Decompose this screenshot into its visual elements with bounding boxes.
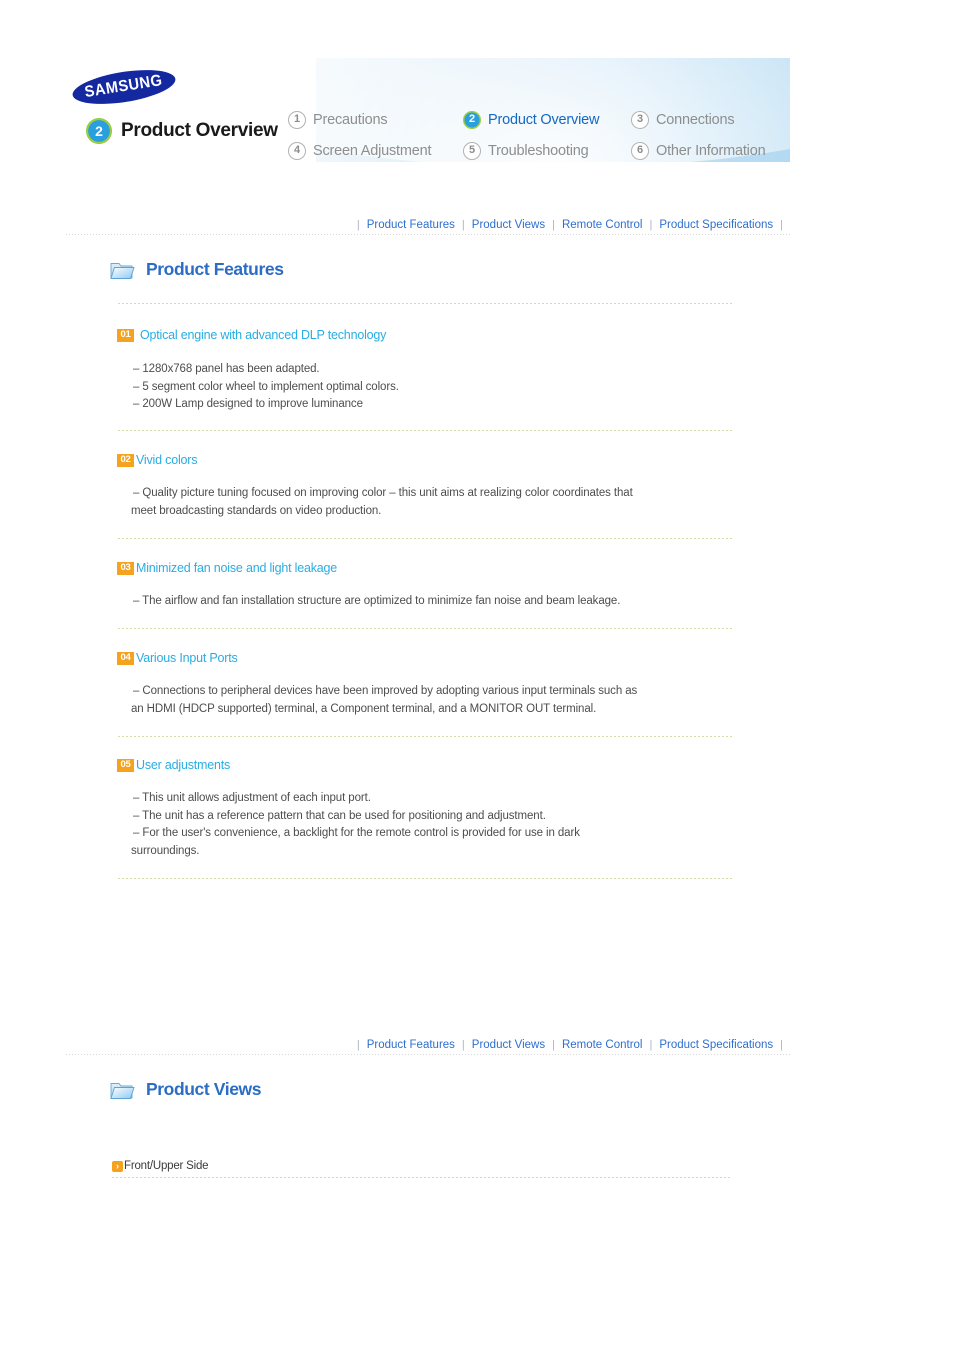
feature-line: meet broadcasting standards on video pro… xyxy=(131,504,382,517)
nav-number-icon: 4 xyxy=(288,141,306,160)
page-title: Product Overview xyxy=(121,120,278,141)
feature-line: – The unit has a reference pattern that … xyxy=(133,809,546,822)
feature-line: – Quality picture tuning focused on impr… xyxy=(133,487,633,499)
subsection-divider xyxy=(112,1177,732,1178)
nav-item-label: Screen Adjustment xyxy=(313,142,432,159)
nav-item-label: Troubleshooting xyxy=(488,142,589,159)
subnav-separator: | xyxy=(356,1039,360,1051)
subnav-link-product-features[interactable]: Product Features xyxy=(367,219,455,231)
subnav-link-product-features[interactable]: Product Features xyxy=(367,1039,455,1051)
header-banner: SAMSUNG 2 Product Overview 1 Precautions… xyxy=(66,58,790,162)
subnav-separator: | xyxy=(461,219,465,231)
feature-badge: 04 xyxy=(117,651,134,665)
subnav-separator: | xyxy=(356,219,360,231)
nav-item-label: Other Information xyxy=(656,142,766,159)
feature-divider xyxy=(118,430,732,431)
feature-title: Vivid colors xyxy=(136,453,198,467)
subnav-separator: | xyxy=(649,219,653,231)
subnav-link-product-views[interactable]: Product Views xyxy=(472,1039,545,1051)
feature-badge: 05 xyxy=(117,758,134,772)
subnav-separator: | xyxy=(552,1039,555,1051)
subnav-separator: | xyxy=(552,219,555,231)
subnav-divider-top xyxy=(66,234,790,235)
banner-left-fill xyxy=(66,58,316,162)
feature-line: an HDMI (HDCP supported) terminal, a Com… xyxy=(131,702,597,715)
section-heading-product-views: Product Views xyxy=(110,1079,261,1100)
nav-number-icon: 2 xyxy=(463,110,481,129)
section-title: Product Views xyxy=(146,1079,262,1099)
nav-item-other-information[interactable]: 6 Other Information xyxy=(631,135,790,162)
feature-line: – For the user's convenience, a backligh… xyxy=(133,827,580,839)
feature-body-03: – The airflow and fan installation struc… xyxy=(133,593,620,611)
feature-badge: 02 xyxy=(117,453,134,467)
subnav-link-product-specifications[interactable]: Product Specifications xyxy=(659,1039,773,1051)
section-heading-product-features: Product Features xyxy=(110,259,284,280)
feature-title: Various Input Ports xyxy=(136,651,238,665)
feature-line: surroundings. xyxy=(131,844,200,857)
chapter-number-badge: 2 xyxy=(86,118,112,144)
feature-heading-05: 05 User adjustments xyxy=(117,758,230,772)
subnav-separator: | xyxy=(461,1039,465,1051)
subnav-link-remote-control[interactable]: Remote Control xyxy=(562,219,643,231)
subnav-link-product-views[interactable]: Product Views xyxy=(472,219,545,231)
feature-title: Minimized fan noise and light leakage xyxy=(136,561,338,575)
feature-divider xyxy=(118,538,732,539)
feature-line: – 200W Lamp designed to improve luminanc… xyxy=(133,398,363,410)
nav-number-icon: 1 xyxy=(288,110,306,129)
feature-body-04: – Connections to peripheral devices have… xyxy=(131,683,638,718)
chapter-nav: 1 Precautions 2 Product Overview 3 Conne… xyxy=(288,104,790,162)
feature-divider xyxy=(118,878,732,879)
feature-badge: 03 xyxy=(117,561,134,575)
feature-title: User adjustments xyxy=(136,758,231,772)
feature-line: – The airflow and fan installation struc… xyxy=(133,595,621,607)
subnav-link-remote-control[interactable]: Remote Control xyxy=(562,1039,643,1051)
nav-item-label: Precautions xyxy=(313,111,388,128)
subsection-front-upper-side: › Front/Upper Side xyxy=(112,1160,209,1172)
feature-title: Optical engine with advanced DLP technol… xyxy=(140,328,387,342)
folder-icon xyxy=(110,1079,135,1100)
feature-line: – Connections to peripheral devices have… xyxy=(133,685,638,697)
feature-heading-03: 03 Minimized fan noise and light leakage xyxy=(117,561,337,575)
feature-line: – 1280x768 panel has been adapted. xyxy=(133,363,320,375)
nav-number-icon: 6 xyxy=(631,141,649,160)
chevron-right-icon: › xyxy=(112,1160,123,1172)
feature-divider xyxy=(118,628,732,629)
nav-item-precautions[interactable]: 1 Precautions xyxy=(288,104,463,135)
subnav-separator: | xyxy=(649,1039,653,1051)
feature-heading-02: 02 Vivid colors xyxy=(117,453,197,467)
feature-heading-04: 04 Various Input Ports xyxy=(117,651,238,665)
nav-number-icon: 5 xyxy=(463,141,481,160)
nav-item-screen-adjustment[interactable]: 4 Screen Adjustment xyxy=(288,135,463,162)
subnav-bottom: | Product Features | Product Views | Rem… xyxy=(66,1035,790,1055)
feature-line: – This unit allows adjustment of each in… xyxy=(133,792,371,804)
nav-number-icon: 3 xyxy=(631,110,649,129)
subsection-label: Front/Upper Side xyxy=(124,1160,209,1172)
subnav-separator: | xyxy=(780,1039,783,1051)
subnav-link-product-specifications[interactable]: Product Specifications xyxy=(659,219,773,231)
nav-item-label: Connections xyxy=(656,111,735,128)
folder-icon xyxy=(110,259,135,280)
subnav-divider-bottom xyxy=(66,1054,790,1055)
feature-heading-01: 01 Optical engine with advanced DLP tech… xyxy=(117,328,386,342)
feature-line: – 5 segment color wheel to implement opt… xyxy=(133,380,399,393)
nav-item-connections[interactable]: 3 Connections xyxy=(631,104,790,135)
nav-item-product-overview[interactable]: 2 Product Overview xyxy=(463,104,631,135)
subnav-top: | Product Features | Product Views | Rem… xyxy=(66,215,790,235)
feature-badge: 01 xyxy=(117,328,134,342)
section-divider xyxy=(118,303,732,304)
page-root: SAMSUNG 2 Product Overview 1 Precautions… xyxy=(0,0,954,1351)
feature-body-02: – Quality picture tuning focused on impr… xyxy=(131,485,633,520)
feature-divider xyxy=(118,736,732,737)
feature-body-01: – 1280x768 panel has been adapted. – 5 s… xyxy=(133,361,399,414)
section-title: Product Features xyxy=(146,259,284,279)
nav-item-label: Product Overview xyxy=(488,111,600,128)
subnav-separator: | xyxy=(780,219,783,231)
chapter-heading: 2 Product Overview xyxy=(86,118,278,144)
feature-body-05: – This unit allows adjustment of each in… xyxy=(131,790,580,860)
nav-item-troubleshooting[interactable]: 5 Troubleshooting xyxy=(463,135,631,162)
